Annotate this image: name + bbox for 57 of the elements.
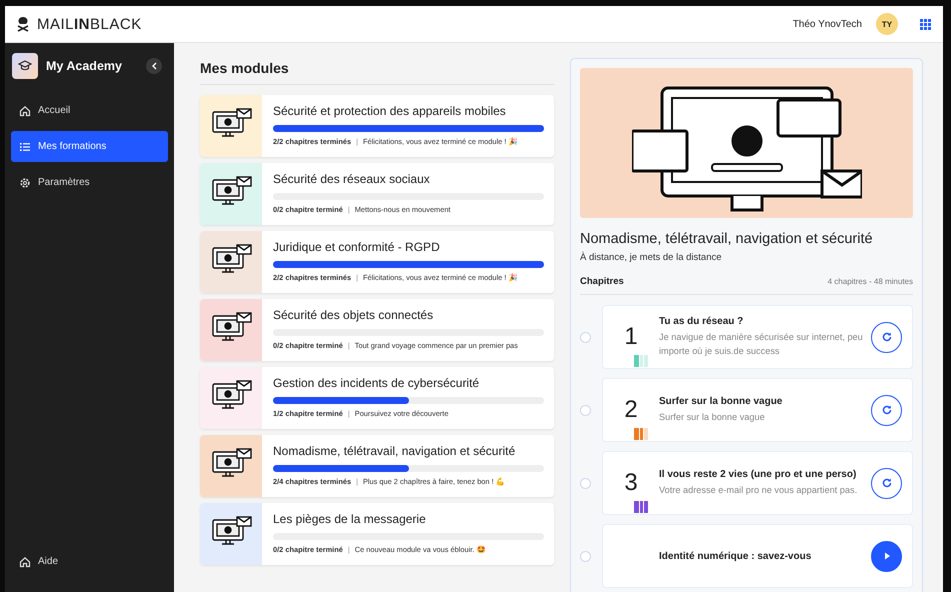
list-icon [19, 140, 31, 152]
user-avatar[interactable]: TY [876, 13, 898, 35]
module-title: Nomadisme, télétravail, navigation et sécurité [580, 231, 874, 247]
chapter-card[interactable]: Identité numérique : savez-vous [602, 524, 913, 588]
academy-logo [12, 53, 38, 79]
home-icon [19, 104, 31, 116]
chevron-left-icon [151, 62, 157, 70]
chapters-label: Chapitres [580, 276, 624, 287]
timeline-dot [580, 404, 591, 416]
chapter-description: Je navigue de manière sécurisée sur internet, peu importe où je suis.de success [659, 331, 864, 358]
timeline-dot [580, 332, 591, 342]
chapter-description: Votre adresse e-mail pro ne vous appartient pas. [659, 484, 858, 498]
chapter-card[interactable]: 3 Il vous reste 2 vies (une pro et une perso) Votre adresse e-mail pro ne vous appartient pas. [602, 451, 913, 515]
module-title: Juridique et conformité - RGPD [273, 240, 441, 255]
module-title: Les pièges de la messagerie [273, 512, 427, 527]
module-title: Gestion des incidents de cybersécurité [273, 376, 480, 391]
timeline-dot [580, 478, 591, 488]
academy-title: My Academy [46, 59, 123, 73]
module-title: Sécurité des réseaux sociaux [273, 172, 431, 187]
module-title: Nomadisme, télétravail, navigation et sécurité [273, 444, 516, 459]
collapse-button[interactable] [146, 58, 162, 74]
logo-text: MAILINBLACK [37, 16, 142, 32]
chapter-number: 2 [624, 396, 638, 424]
difficulty-meter [634, 501, 648, 513]
replay-button[interactable] [871, 322, 902, 352]
refresh-icon [880, 331, 892, 343]
chapter-title: Tu as du réseau ? [659, 315, 744, 328]
chapter-number: 3 [624, 469, 638, 497]
timeline-dot [580, 550, 591, 562]
chapter-title: Identité numérique : savez-vous [659, 550, 812, 562]
module-title: Sécurité des objets connectés [273, 308, 434, 323]
refresh-icon [880, 404, 892, 416]
replay-button[interactable] [871, 394, 902, 426]
chapter-title: Il vous reste 2 vies (une pro et une perso) [659, 468, 858, 482]
difficulty-meter [634, 428, 648, 440]
chapter-title: Surfer sur la bonne vague [659, 395, 784, 408]
help-link[interactable]: Aide [11, 546, 168, 577]
chapters-info: 4 chapitres - 48 minutes [828, 277, 913, 286]
chapter-number: 1 [624, 323, 638, 351]
settings-icon [19, 176, 31, 188]
replay-button[interactable] [871, 468, 902, 498]
sidebar-item[interactable]: Paramètres [11, 167, 168, 198]
user-name: Théo YnovTech [792, 18, 862, 30]
section-title: Mes modules [200, 60, 554, 85]
refresh-icon [880, 477, 892, 489]
pirate-icon [15, 16, 31, 32]
chapter-card[interactable]: 1 Tu as du réseau ? Je navigue de manière sécurisée sur internet, peu importe où je suis.de success [602, 305, 913, 369]
chapter-description: Surfer sur la bonne vague [659, 411, 766, 424]
module-subtitle: À distance, je mets de la distance [580, 252, 723, 263]
start-button[interactable] [871, 540, 902, 572]
sidebar-item[interactable]: Accueil [11, 95, 168, 126]
apps-grid-icon[interactable] [920, 18, 931, 30]
sidebar-item[interactable]: Mes formations [11, 131, 168, 162]
difficulty-meter [634, 355, 648, 367]
home-icon [19, 556, 31, 568]
module-title: Sécurité et protection des appareils mobiles [273, 104, 507, 119]
chapter-card[interactable]: 2 Surfer sur la bonne vague Surfer sur la bonne vague [602, 378, 913, 442]
